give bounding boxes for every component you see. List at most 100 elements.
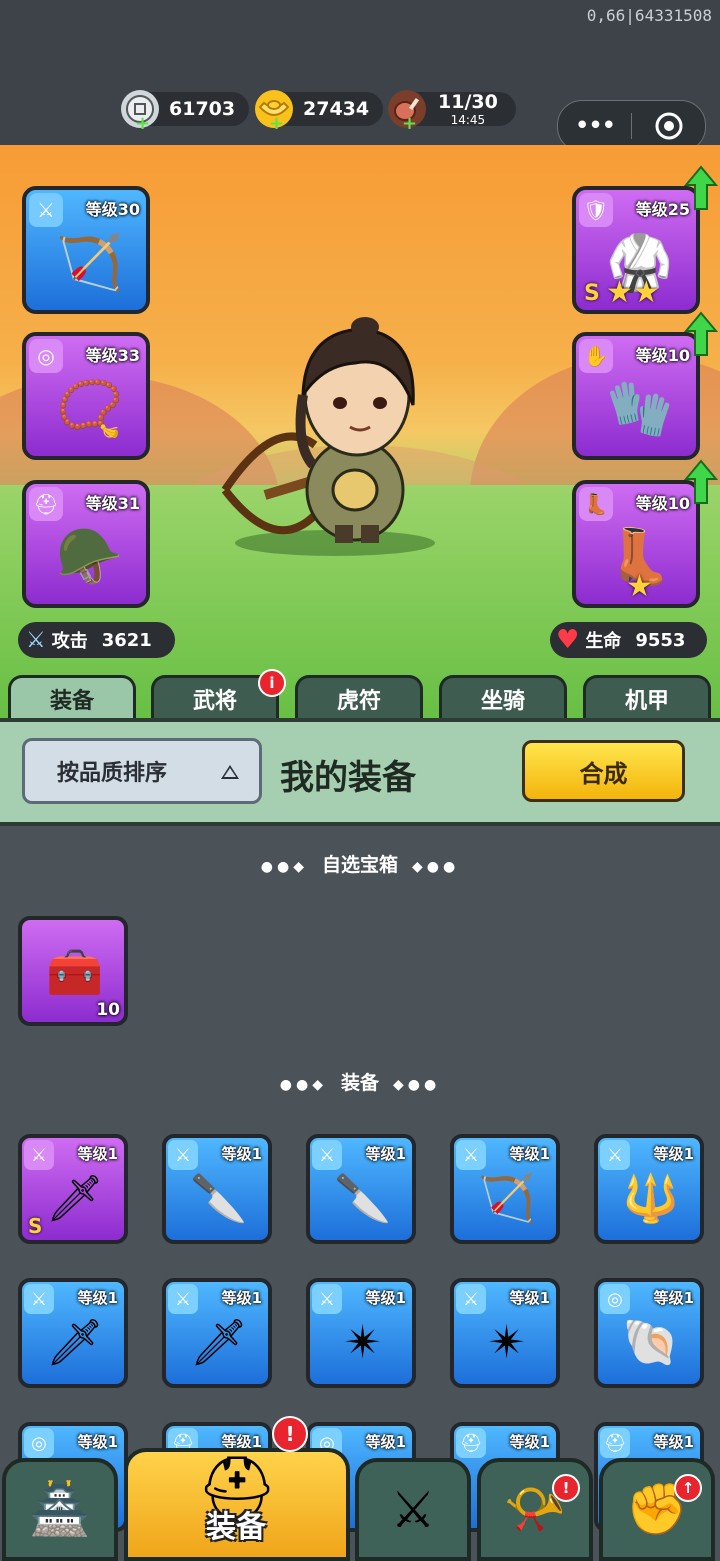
item-level: 等级1 xyxy=(653,1289,694,1307)
crossed-swords-icon: ⚔ xyxy=(390,1480,436,1539)
inventory-item[interactable]: ⚔ 等级1 🏹 xyxy=(450,1134,560,1244)
slot-level: 等级10 xyxy=(635,494,690,513)
selectable-chest-item[interactable]: 🧰 10 xyxy=(18,916,128,1026)
bracer-tag-icon: ✋ xyxy=(579,339,613,373)
nav-recruit[interactable]: 📯 xyxy=(477,1458,593,1561)
inventory-item[interactable]: ◎ 等级1 🐚 xyxy=(594,1278,704,1388)
upgrade-badge-icon: ↑ xyxy=(674,1474,702,1502)
gold-value: 27434 xyxy=(303,98,370,120)
equipped-helmet-slot[interactable]: ⛑ 等级31 🪖 xyxy=(22,480,150,608)
slot-level: 等级30 xyxy=(85,200,140,219)
sort-label: 按品质排序 xyxy=(57,761,168,786)
equipment-section-header: ●●◆ 装备 ◆●● xyxy=(279,1072,441,1094)
chest-section-header: ●●◆ 自选宝箱 ◆●● xyxy=(260,854,460,876)
version-label: 0,66|64331508 xyxy=(586,6,712,25)
equipped-bracer-slot[interactable]: ✋ 等级10 🧤 xyxy=(572,332,700,460)
equipped-amulet-slot[interactable]: ◎ 等级33 📿 xyxy=(22,332,150,460)
item-level: 等级1 xyxy=(365,1289,406,1307)
hp-value: 9553 xyxy=(635,629,686,651)
star-rating: ★★ xyxy=(606,275,660,310)
treasure-chest-icon: 🧰 xyxy=(46,944,104,999)
gold-ingot-icon: + xyxy=(255,90,293,134)
silver-coin-icon: + xyxy=(121,90,159,134)
stamina-value: 11/30 xyxy=(438,90,498,113)
attack-value: 3621 xyxy=(101,629,152,651)
tab-equipment[interactable]: 装备 xyxy=(8,675,136,720)
slot-level: 等级10 xyxy=(635,346,690,365)
equipment-section-title: 装备 xyxy=(340,1072,379,1094)
rank-badge: S xyxy=(28,1214,43,1238)
tab-mount[interactable]: 坐骑 xyxy=(439,675,567,720)
item-level: 等级1 xyxy=(509,1433,550,1451)
target-icon xyxy=(655,112,682,140)
nav-upgrade[interactable]: ✊ xyxy=(599,1458,715,1561)
meat-stamina-icon: + xyxy=(388,90,426,134)
item-level: 等级1 xyxy=(509,1145,550,1163)
hero-scene: ⚔ 等级30 🏹 ◎ 等级33 📿 ⛑ 等级31 🪖 🛡 等级25 🥋 S ★★… xyxy=(0,145,720,720)
hp-stat: ♥ 生命 9553 xyxy=(550,622,707,658)
gate-coin-icon: 🏯 xyxy=(28,1480,92,1538)
item-level: 等级1 xyxy=(221,1145,262,1163)
sort-dropdown[interactable]: 按品质排序 xyxy=(22,738,262,804)
inventory-item[interactable]: ⚔ 等级1 ✴ xyxy=(450,1278,560,1388)
sword-icon: ⚔ xyxy=(26,627,46,653)
inventory-item[interactable]: ⚔ 等级1 ✴ xyxy=(306,1278,416,1388)
slot-level: 等级25 xyxy=(635,200,690,219)
item-level: 等级1 xyxy=(365,1145,406,1163)
twin-swords-icon: 🗡 xyxy=(45,1170,105,1225)
attack-label: 攻击 xyxy=(51,631,88,652)
inventory-item[interactable]: ⚔ 等级1 🗡 xyxy=(162,1278,272,1388)
boots-tag-icon: 👢 xyxy=(579,487,613,521)
bottom-nav: 🏯 ⛑ 装备 ! ⚔ 📯 ! ✊ ↑ xyxy=(0,1416,720,1561)
triangle-up-icon xyxy=(221,765,239,779)
equipped-boots-slot[interactable]: 👢 等级10 👢 ★ xyxy=(572,480,700,608)
tab-tiger-tally[interactable]: 虎符 xyxy=(295,675,423,720)
medal-tag-icon: ◎ xyxy=(29,339,63,373)
info-badge-icon: i xyxy=(258,669,286,697)
tab-mecha[interactable]: 机甲 xyxy=(583,675,711,720)
merge-button[interactable]: 合成 xyxy=(522,740,685,802)
nav-battle[interactable]: ⚔ xyxy=(355,1458,471,1561)
hero-character[interactable] xyxy=(205,315,465,555)
heart-icon: ♥ xyxy=(556,625,580,655)
item-level: 等级1 xyxy=(77,1289,118,1307)
gold-resource[interactable]: + 27434 xyxy=(255,90,383,134)
inventory-item[interactable]: ⚔ 等级1 🔪 xyxy=(162,1134,272,1244)
crossbow-icon: 🏹 xyxy=(56,231,124,294)
equipped-weapon-slot[interactable]: ⚔ 等级30 🏹 xyxy=(22,186,150,314)
more-button[interactable]: ••• xyxy=(558,111,631,141)
silver-value: 61703 xyxy=(169,98,236,120)
triple-blade-icon: ✴ xyxy=(487,1315,527,1369)
item-level: 等级1 xyxy=(77,1145,118,1163)
nav-home[interactable]: 🏯 xyxy=(2,1458,118,1561)
nav-equipment[interactable]: ⛑ 装备 xyxy=(124,1448,350,1561)
chest-section-title: 自选宝箱 xyxy=(321,854,398,876)
armor-tag-icon: 🛡 xyxy=(579,193,613,227)
page-title: 我的装备 xyxy=(280,758,416,798)
bracer-icon: 🧤 xyxy=(606,377,674,440)
item-level: 等级1 xyxy=(77,1433,118,1451)
alert-badge-icon: ! xyxy=(552,1474,580,1502)
item-level: 等级1 xyxy=(509,1289,550,1307)
alert-badge-icon: ! xyxy=(272,1416,308,1452)
silver-resource[interactable]: + 61703 xyxy=(121,90,249,134)
upgrade-arrow-icon xyxy=(684,459,718,504)
rank-badge: S xyxy=(584,281,600,306)
equipped-armor-slot[interactable]: 🛡 等级25 🥋 S ★★ xyxy=(572,186,700,314)
stamina-resource[interactable]: + 11/30 14:45 xyxy=(388,90,516,134)
nav-equipment-label: 装备 xyxy=(206,1510,266,1545)
item-level: 等级1 xyxy=(221,1289,262,1307)
glaive-icon: 🗡 xyxy=(45,1314,105,1369)
inventory-item[interactable]: ⚔ 等级1 🗡 S xyxy=(18,1134,128,1244)
inventory-item[interactable]: ⚔ 等级1 🔱 xyxy=(594,1134,704,1244)
helmet-icon: 🪖 xyxy=(56,525,124,588)
stamina-timer: 14:45 xyxy=(450,112,486,127)
item-level: 等级1 xyxy=(653,1145,694,1163)
shell-amulet-icon: 🐚 xyxy=(622,1314,680,1369)
inventory-item[interactable]: ⚔ 等级1 🔪 xyxy=(306,1134,416,1244)
tab-bar: 装备 武将 虎符 坐骑 机甲 i xyxy=(0,669,720,720)
inventory-item[interactable]: ⚔ 等级1 🗡 xyxy=(18,1278,128,1388)
close-button[interactable] xyxy=(632,111,705,141)
star-rating: ★ xyxy=(626,569,653,604)
attack-stat: ⚔ 攻击 3621 xyxy=(18,622,175,658)
